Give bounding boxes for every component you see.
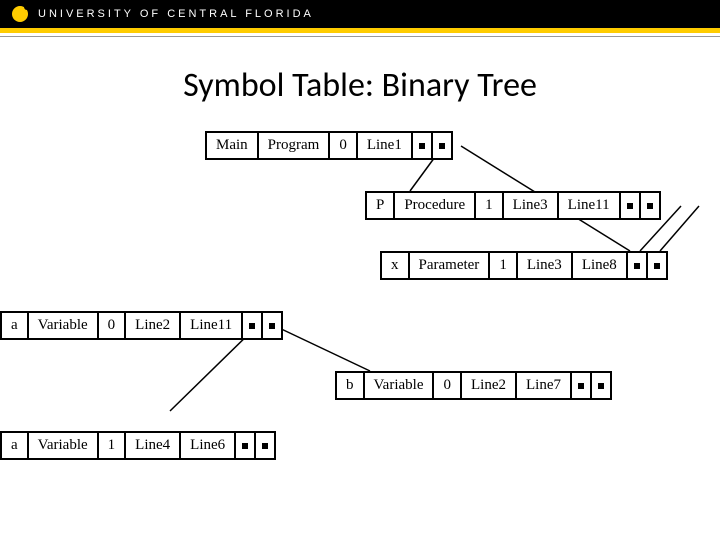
cell-name: P <box>367 193 395 218</box>
dot-icon <box>578 383 584 389</box>
node-p: P Procedure 1 Line3 Line11 <box>365 191 661 220</box>
cell-scope: 0 <box>434 373 462 398</box>
right-pointer <box>433 133 451 158</box>
node-a0: a Variable 0 Line2 Line11 <box>0 311 283 340</box>
dot-icon <box>419 143 425 149</box>
cell-name: a <box>2 313 29 338</box>
left-pointer <box>243 313 263 338</box>
node-x: x Parameter 1 Line3 Line8 <box>380 251 668 280</box>
cell-name: b <box>337 373 365 398</box>
divider <box>0 36 720 37</box>
university-name: UNIVERSITY OF CENTRAL FLORIDA <box>38 8 314 20</box>
cell-scope: 1 <box>99 433 127 458</box>
left-pointer <box>413 133 433 158</box>
cell-decl: Line2 <box>126 313 181 338</box>
ucf-logo-icon <box>12 6 28 22</box>
cell-scope: 1 <box>476 193 504 218</box>
left-pointer <box>621 193 641 218</box>
cell-kind: Parameter <box>410 253 491 278</box>
dot-icon <box>627 203 633 209</box>
cell-name: x <box>382 253 410 278</box>
dot-icon <box>654 263 660 269</box>
right-pointer <box>641 193 659 218</box>
right-pointer <box>592 373 610 398</box>
dot-icon <box>262 443 268 449</box>
cell-use: Line11 <box>559 193 621 218</box>
dot-icon <box>598 383 604 389</box>
dot-icon <box>439 143 445 149</box>
cell-decl: Line2 <box>462 373 517 398</box>
right-pointer <box>263 313 281 338</box>
cell-decl: Line1 <box>358 133 413 158</box>
slide-title: Symbol Table: Binary Tree <box>0 65 720 106</box>
node-b: b Variable 0 Line2 Line7 <box>335 371 612 400</box>
cell-scope: 1 <box>490 253 518 278</box>
right-pointer <box>256 433 274 458</box>
cell-use: Line8 <box>573 253 628 278</box>
cell-decl: Line3 <box>518 253 573 278</box>
gold-stripe <box>0 28 720 33</box>
cell-scope: 0 <box>99 313 127 338</box>
dot-icon <box>242 443 248 449</box>
dot-icon <box>269 323 275 329</box>
cell-use: Line11 <box>181 313 243 338</box>
left-pointer <box>628 253 648 278</box>
dot-icon <box>647 203 653 209</box>
node-main: Main Program 0 Line1 <box>205 131 453 160</box>
cell-kind: Procedure <box>395 193 476 218</box>
left-pointer <box>236 433 256 458</box>
cell-scope: 0 <box>330 133 358 158</box>
cell-kind: Variable <box>29 313 99 338</box>
header-bar: UNIVERSITY OF CENTRAL FLORIDA <box>0 0 720 28</box>
dot-icon <box>634 263 640 269</box>
cell-decl: Line4 <box>126 433 181 458</box>
cell-use: Line6 <box>181 433 236 458</box>
node-a1: a Variable 1 Line4 Line6 <box>0 431 276 460</box>
left-pointer <box>572 373 592 398</box>
cell-use: Line7 <box>517 373 572 398</box>
cell-decl: Line3 <box>504 193 559 218</box>
dot-icon <box>249 323 255 329</box>
cell-kind: Variable <box>29 433 99 458</box>
cell-name: a <box>2 433 29 458</box>
cell-name: Main <box>207 133 259 158</box>
cell-kind: Program <box>259 133 331 158</box>
right-pointer <box>648 253 666 278</box>
cell-kind: Variable <box>365 373 435 398</box>
